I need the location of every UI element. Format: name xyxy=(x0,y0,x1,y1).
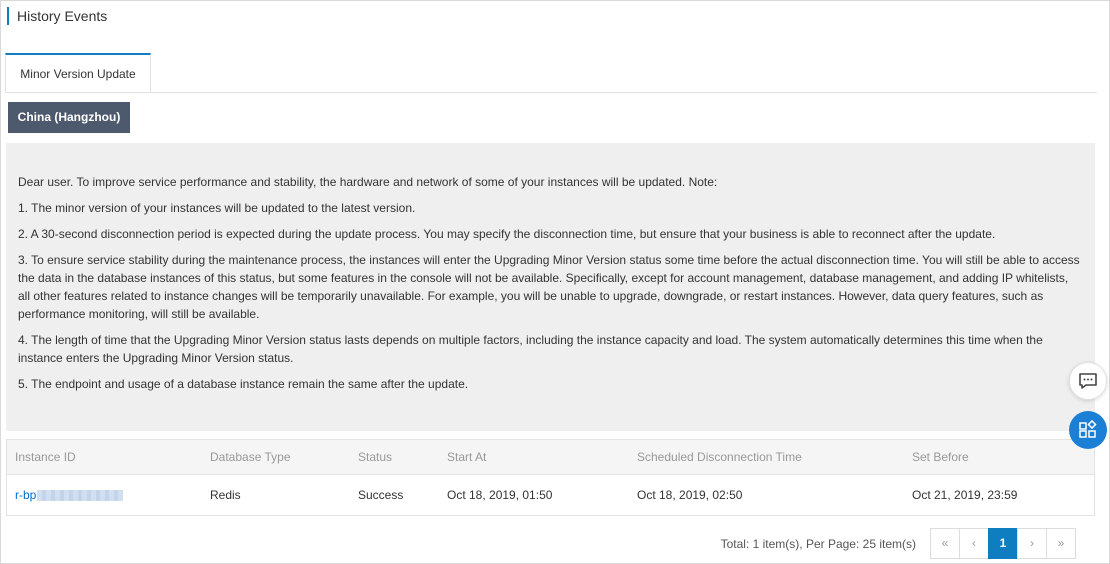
events-table: Instance ID Database Type Status Start A… xyxy=(6,439,1095,516)
instance-id-cell: r-bp xyxy=(15,475,124,515)
column-header-set-before: Set Before xyxy=(912,450,969,464)
last-page-button[interactable]: » xyxy=(1046,528,1076,559)
notice-intro: Dear user. To improve service performanc… xyxy=(18,175,718,189)
notice-item: 4. The length of time that the Upgrading… xyxy=(18,333,1043,365)
notice-panel: Dear user. To improve service performanc… xyxy=(6,143,1095,431)
pagination-summary: Total: 1 item(s), Per Page: 25 item(s) xyxy=(720,537,916,551)
column-header-instance-id: Instance ID xyxy=(15,450,76,464)
apps-button[interactable] xyxy=(1069,411,1107,449)
page-title: History Events xyxy=(7,7,107,25)
table-row: r-bp Redis Success Oct 18, 2019, 01:50 O… xyxy=(7,475,1094,515)
apps-icon xyxy=(1079,420,1097,438)
chat-button[interactable] xyxy=(1069,362,1107,400)
start-at-cell: Oct 18, 2019, 01:50 xyxy=(447,488,553,502)
first-page-button[interactable]: « xyxy=(930,528,960,559)
scheduled-disconnection-time-cell: Oct 18, 2019, 02:50 xyxy=(637,488,743,502)
notice-item: 2. A 30-second disconnection period is e… xyxy=(18,227,996,241)
instance-id-link[interactable]: r-bp xyxy=(15,488,124,502)
page-1-button[interactable]: 1 xyxy=(988,528,1018,559)
table-header: Instance ID Database Type Status Start A… xyxy=(7,440,1094,475)
column-header-scheduled-disconnection-time: Scheduled Disconnection Time xyxy=(637,450,802,464)
region-button[interactable]: China (Hangzhou) xyxy=(8,102,130,133)
pagination: « ‹ 1 › » xyxy=(930,528,1076,559)
notice-item: 3. To ensure service stability during th… xyxy=(18,253,1080,321)
redacted-mask xyxy=(37,489,124,501)
instance-id-text: r-bp xyxy=(15,488,37,502)
column-header-database-type: Database Type xyxy=(210,450,291,464)
tabs-bar: Minor Version Update xyxy=(5,53,1097,93)
next-page-button[interactable]: › xyxy=(1017,528,1047,559)
tab-minor-version-update[interactable]: Minor Version Update xyxy=(5,53,151,92)
database-type-cell: Redis xyxy=(210,488,241,502)
status-cell: Success xyxy=(358,488,404,502)
column-header-start-at: Start At xyxy=(447,450,487,464)
previous-page-button[interactable]: ‹ xyxy=(959,528,989,559)
set-before-cell: Oct 21, 2019, 23:59 xyxy=(912,488,1018,502)
column-header-status: Status xyxy=(358,450,393,464)
notice-item: 5. The endpoint and usage of a database … xyxy=(18,377,469,391)
chat-icon xyxy=(1079,373,1097,389)
notice-item: 1. The minor version of your instances w… xyxy=(18,201,416,215)
